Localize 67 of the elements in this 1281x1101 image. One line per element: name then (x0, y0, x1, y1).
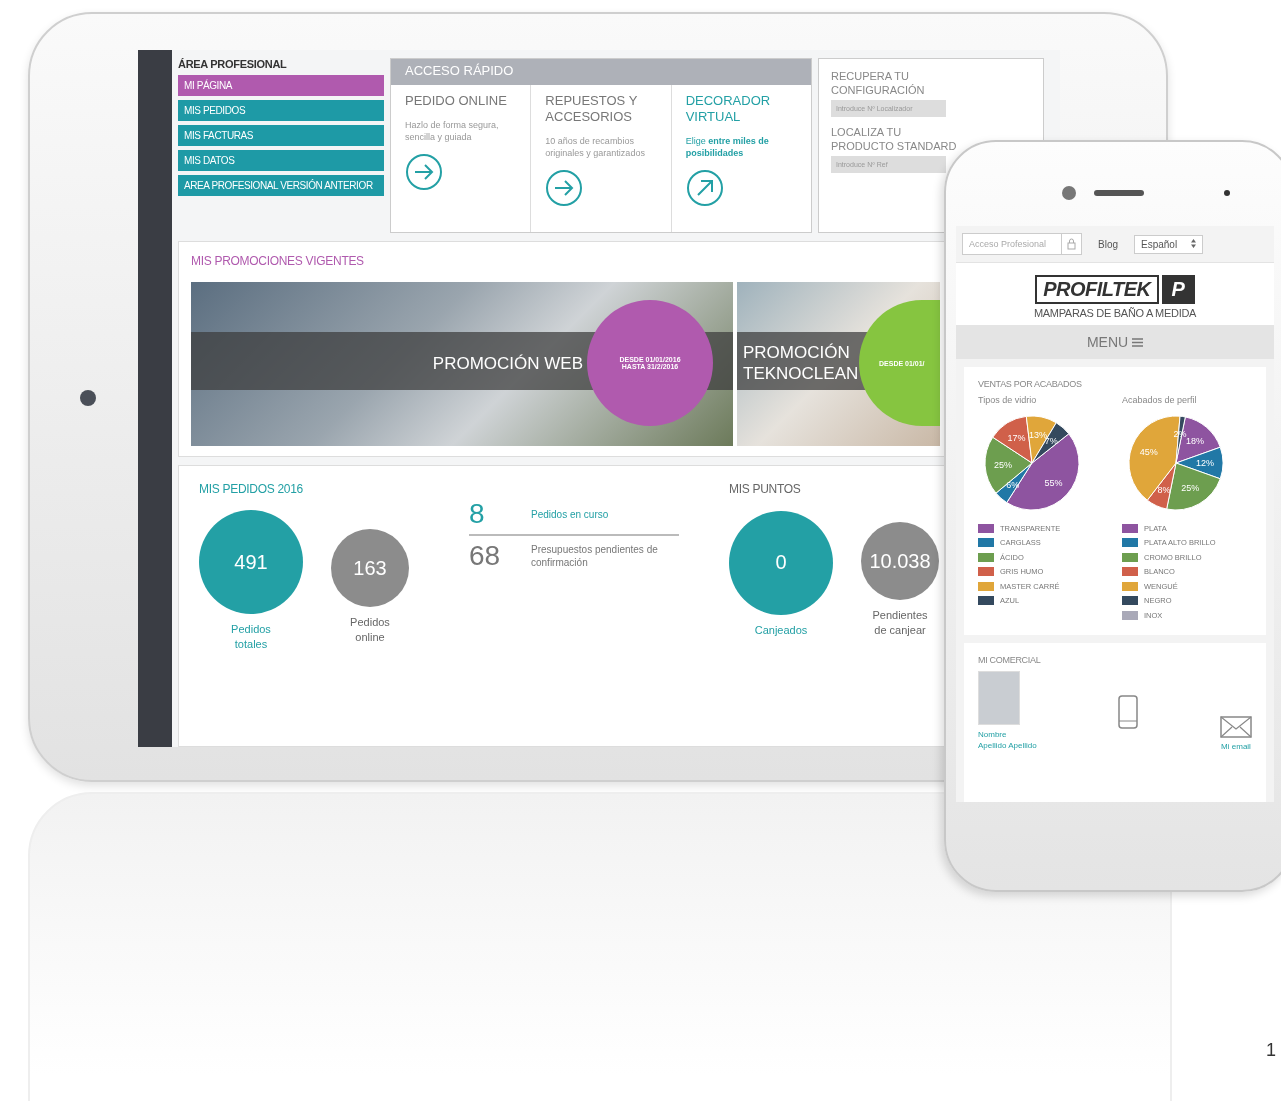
card-title: PEDIDO ONLINE (405, 93, 508, 109)
arrow-right-icon[interactable] (545, 169, 584, 207)
speaker-grille (1094, 190, 1144, 196)
lookup-title: RECUPERA TU CONFIGURACIÓN (831, 69, 926, 97)
arrow-right-icon[interactable] (405, 153, 443, 191)
stat-label: Pedidos totales (230, 622, 272, 652)
lookup-title: LOCALIZA TU PRODUCTO STANDARD (831, 125, 958, 153)
section-title: MIS PUNTOS (729, 482, 802, 496)
stat-label: Pendientes de canjear (871, 608, 929, 638)
stat-value: 0 (775, 551, 787, 574)
logo-mark[interactable]: P (1161, 275, 1195, 304)
rep-name[interactable]: Nombre Apellido Apellido (978, 728, 1037, 751)
chart-title: Tipos de vidrio (978, 395, 1038, 405)
card-title: REPUESTOS Y ACCESORIOS (545, 93, 639, 125)
sidebar-item[interactable]: MI PÁGINA (178, 75, 384, 96)
stat-value: 491 (234, 550, 268, 574)
photo-placeholder (978, 670, 1020, 725)
card-text: 10 años de recambios originales y garantizados (545, 135, 646, 159)
stat-label: Canjeados (753, 622, 809, 638)
menu-icon (1132, 337, 1144, 347)
envelope-icon[interactable] (1220, 715, 1252, 738)
pending-label: Presupuestos pendientes de confirmación (531, 543, 659, 569)
logo-wordmark[interactable]: PROFILTEK (1035, 275, 1159, 304)
sidebar-item[interactable]: MIS FACTURAS (178, 125, 384, 146)
slice-label: 13% (1029, 429, 1048, 440)
promo-title: PROMOCIÓN WEB (432, 354, 583, 374)
section-title: MIS PEDIDOS 2016 (199, 482, 304, 496)
email-link[interactable]: Mi email (1221, 741, 1251, 751)
section-title: MI COMERCIAL (978, 654, 1042, 665)
menu-button[interactable]: MENU (956, 325, 1274, 359)
slice-label: 25% (993, 459, 1012, 470)
section-title: MIS PROMOCIONES VIGENTES (191, 254, 365, 268)
slice-label: 18% (1186, 436, 1205, 446)
card-text: Hazlo de forma segura, sencilla y guiada (405, 119, 500, 143)
pending-label: Pedidos en curso (531, 507, 610, 521)
card-text: Elige entre miles de posibilidades (685, 135, 770, 159)
section-title: VENTAS POR ACABADOS (978, 379, 1083, 389)
card-title: DECORADOR VIRTUAL (685, 93, 772, 125)
slice-label: 12% (1196, 458, 1215, 468)
arrow-diagonal-icon[interactable] (685, 169, 724, 207)
blog-link[interactable]: Blog (1092, 238, 1124, 250)
slice-label: 25% (1181, 483, 1200, 494)
sidebar-item[interactable]: AREA PROFESIONAL VERSIÓN ANTERIOR (178, 175, 384, 196)
stat-value: 163 (353, 556, 387, 580)
promo-title: PROMOCIÓN TEKNOCLEAN (743, 342, 860, 384)
slice-label: 17% (1007, 433, 1026, 444)
language-select[interactable]: Español (1134, 234, 1204, 254)
logo-tagline: MAMPARAS DE BAÑO A MEDIDA (1033, 307, 1197, 319)
login-field[interactable]: Acceso Profesional (962, 233, 1062, 255)
pending-count: 8 (469, 498, 486, 530)
panel-header: ACCESO RÁPIDO (391, 59, 811, 85)
page-number: 1 (1266, 1040, 1276, 1060)
sidebar-item[interactable]: MIS PEDIDOS (178, 100, 384, 121)
sensor-dot (1224, 190, 1230, 196)
stat-value: 10.038 (869, 549, 931, 573)
slice-label: 45% (1139, 447, 1158, 458)
slice-label: 8% (1157, 484, 1171, 495)
chart-title: Acabados de perfil (1122, 395, 1198, 405)
stat-label: Pedidos online (349, 615, 391, 645)
slice-label: 55% (1044, 477, 1063, 488)
sidebar-item[interactable]: MIS DATOS (178, 150, 384, 171)
phone-icon[interactable] (1118, 694, 1139, 729)
pending-count: 68 (469, 540, 502, 572)
updown-caret-icon (1191, 238, 1197, 248)
slice-label: 2% (1173, 429, 1187, 440)
lock-icon[interactable] (1067, 238, 1076, 250)
sidebar-title: ÁREA PROFESIONAL (178, 58, 288, 70)
